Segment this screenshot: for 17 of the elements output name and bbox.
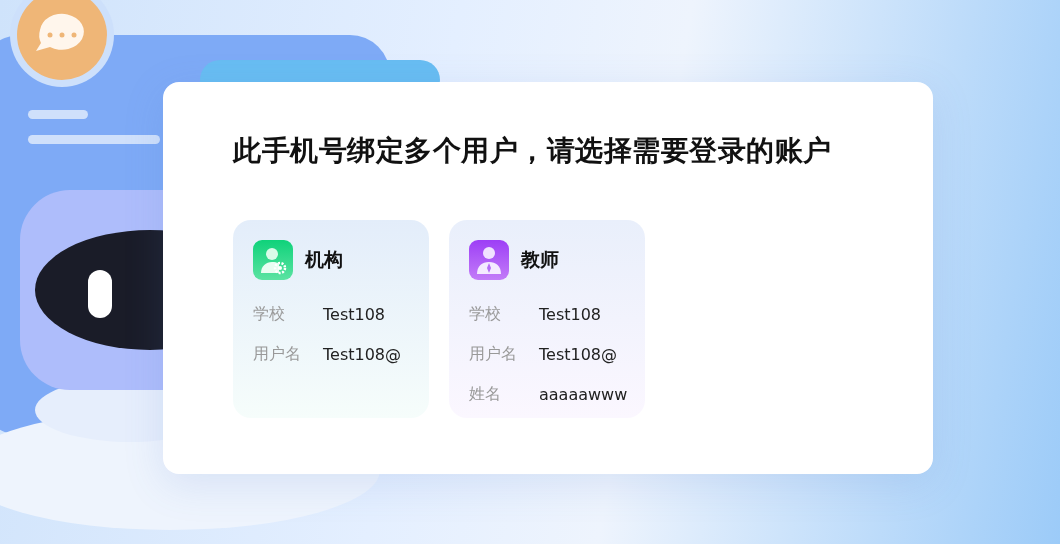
field-value: aaaaawww (539, 384, 628, 404)
account-card[interactable]: 教师 学校 Test108 用户名 Test108@ 姓名 aaaaawww (449, 220, 645, 418)
role-name: 机构 (305, 247, 343, 272)
account-card[interactable]: 机构 学校 Test108 用户名 Test108@ (233, 220, 429, 418)
field-label: 用户名 (253, 343, 302, 365)
dialog-title: 此手机号绑定多个用户，请选择需要登录的账户 (233, 133, 833, 169)
field-label: 学校 (469, 303, 502, 325)
role-name: 教师 (521, 247, 559, 272)
field-label: 用户名 (469, 343, 518, 365)
user-gear-icon (253, 240, 293, 280)
field-value: Test108@ (323, 344, 402, 364)
field-label: 姓名 (469, 383, 502, 405)
field-value: Test108 (323, 304, 386, 324)
field-label: 学校 (253, 303, 286, 325)
field-value: Test108@ (539, 344, 618, 364)
field-value: Test108 (539, 304, 602, 324)
user-tie-icon (469, 240, 509, 280)
